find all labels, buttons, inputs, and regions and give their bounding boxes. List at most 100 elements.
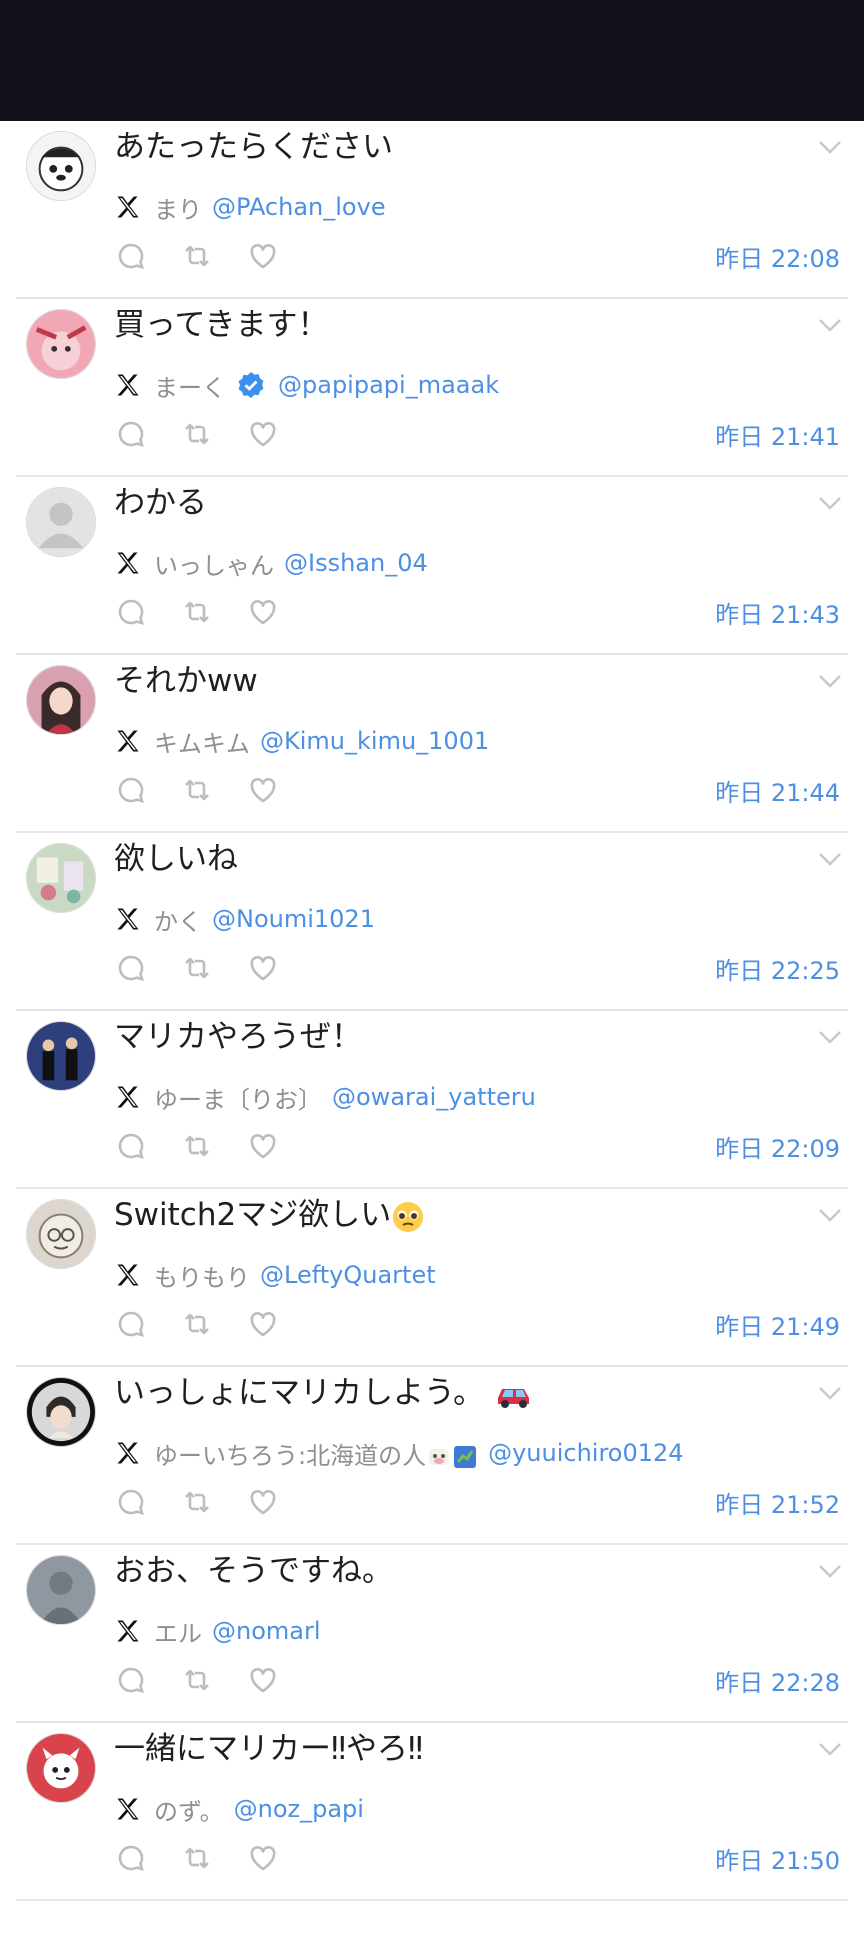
tweet-item[interactable]: あたったらください まり @PAchan_love 昨日 22:08 <box>16 121 848 299</box>
tweet-timestamp[interactable]: 昨日 21:50 <box>715 1841 840 1876</box>
author-name[interactable]: ゆーいちろう:北海道の人 <box>154 1436 478 1471</box>
chevron-down-icon[interactable] <box>816 1383 844 1403</box>
tweet-author[interactable]: かく @Noumi1021 <box>114 899 375 939</box>
tweet-author[interactable]: のず。 @noz_papi <box>114 1789 364 1829</box>
retweet-icon[interactable] <box>182 1309 212 1339</box>
chevron-down-icon[interactable] <box>816 849 844 869</box>
tweet-timestamp[interactable]: 昨日 22:25 <box>715 951 840 986</box>
tweet-author[interactable]: ゆーま〔りお〕 @owarai_yatteru <box>114 1077 536 1117</box>
retweet-icon[interactable] <box>182 597 212 627</box>
author-handle[interactable]: @PAchan_love <box>212 193 386 221</box>
chevron-down-icon[interactable] <box>816 1739 844 1759</box>
reply-icon[interactable] <box>116 419 146 449</box>
reply-icon[interactable] <box>116 1309 146 1339</box>
tweet-author[interactable]: まり @PAchan_love <box>114 187 386 227</box>
author-name[interactable]: かく <box>154 902 202 937</box>
tweet-timestamp[interactable]: 昨日 21:52 <box>715 1485 840 1520</box>
author-name[interactable]: キムキム <box>154 724 250 759</box>
avatar[interactable] <box>26 843 96 913</box>
avatar[interactable] <box>26 665 96 735</box>
chevron-down-icon[interactable] <box>816 493 844 513</box>
tweet-item[interactable]: いっしょにマリカしよう。 ゆーいちろう:北海道の人 @yuuichiro0124… <box>16 1367 848 1545</box>
like-icon[interactable] <box>248 1487 278 1517</box>
retweet-icon[interactable] <box>182 1487 212 1517</box>
tweet-item[interactable]: おお、そうですね。 エル @nomarl 昨日 22:28 <box>16 1545 848 1723</box>
author-handle[interactable]: @Kimu_kimu_1001 <box>260 727 489 755</box>
author-handle[interactable]: @owarai_yatteru <box>332 1083 536 1111</box>
retweet-icon[interactable] <box>182 241 212 271</box>
author-name[interactable]: まり <box>154 190 202 225</box>
tweet-author[interactable]: いっしゃん @Isshan_04 <box>114 543 428 583</box>
like-icon[interactable] <box>248 241 278 271</box>
tweet-author[interactable]: エル @nomarl <box>114 1611 321 1651</box>
avatar[interactable] <box>26 1021 96 1091</box>
like-icon[interactable] <box>248 1665 278 1695</box>
tweet-author[interactable]: キムキム @Kimu_kimu_1001 <box>114 721 489 761</box>
chevron-down-icon[interactable] <box>816 671 844 691</box>
like-icon[interactable] <box>248 1131 278 1161</box>
avatar[interactable] <box>26 1555 96 1625</box>
tweet-item[interactable]: マリカやろうぜ！ ゆーま〔りお〕 @owarai_yatteru 昨日 22:0… <box>16 1011 848 1189</box>
reply-icon[interactable] <box>116 953 146 983</box>
avatar[interactable] <box>26 487 96 557</box>
author-handle[interactable]: @nomarl <box>212 1617 321 1645</box>
tweet-item[interactable]: それかww キムキム @Kimu_kimu_1001 昨日 21:44 <box>16 655 848 833</box>
retweet-icon[interactable] <box>182 419 212 449</box>
retweet-icon[interactable] <box>182 775 212 805</box>
chevron-down-icon[interactable] <box>816 1027 844 1047</box>
author-name[interactable]: ゆーま〔りお〕 <box>154 1080 322 1115</box>
like-icon[interactable] <box>248 775 278 805</box>
author-handle[interactable]: @papipapi_maaak <box>278 371 499 399</box>
reply-icon[interactable] <box>116 775 146 805</box>
tweet-author[interactable]: ゆーいちろう:北海道の人 @yuuichiro0124 <box>114 1433 684 1473</box>
tweet-timestamp[interactable]: 昨日 22:09 <box>715 1129 840 1164</box>
tweet-author[interactable]: もりもり @LeftyQuartet <box>114 1255 436 1295</box>
retweet-icon[interactable] <box>182 1131 212 1161</box>
author-name[interactable]: もりもり <box>154 1258 250 1293</box>
tweet-timestamp[interactable]: 昨日 21:43 <box>715 595 840 630</box>
tweet-item[interactable]: 一緒にマリカー‼やろ‼ のず。 @noz_papi 昨日 21:50 <box>16 1723 848 1901</box>
tweet-timestamp[interactable]: 昨日 21:44 <box>715 773 840 808</box>
like-icon[interactable] <box>248 1843 278 1873</box>
tweet-author[interactable]: まーく @papipapi_maaak <box>114 365 499 405</box>
author-handle[interactable]: @noz_papi <box>234 1795 364 1823</box>
tweet-item[interactable]: わかる いっしゃん @Isshan_04 昨日 21:43 <box>16 477 848 655</box>
like-icon[interactable] <box>248 953 278 983</box>
chevron-down-icon[interactable] <box>816 137 844 157</box>
avatar[interactable] <box>26 1733 96 1803</box>
chevron-down-icon[interactable] <box>816 1561 844 1581</box>
author-name[interactable]: エル <box>154 1614 202 1649</box>
author-handle[interactable]: @yuuichiro0124 <box>488 1439 683 1467</box>
tweet-timestamp[interactable]: 昨日 21:49 <box>715 1307 840 1342</box>
tweet-item[interactable]: 買ってきます！ まーく @papipapi_maaak 昨日 21:41 <box>16 299 848 477</box>
author-handle[interactable]: @LeftyQuartet <box>260 1261 436 1289</box>
retweet-icon[interactable] <box>182 1665 212 1695</box>
chevron-down-icon[interactable] <box>816 1205 844 1225</box>
avatar[interactable] <box>26 1199 96 1269</box>
like-icon[interactable] <box>248 1309 278 1339</box>
avatar[interactable] <box>26 131 96 201</box>
chevron-down-icon[interactable] <box>816 315 844 335</box>
tweet-timestamp[interactable]: 昨日 22:08 <box>715 239 840 274</box>
reply-icon[interactable] <box>116 597 146 627</box>
reply-icon[interactable] <box>116 1665 146 1695</box>
reply-icon[interactable] <box>116 241 146 271</box>
author-handle[interactable]: @Isshan_04 <box>284 549 428 577</box>
tweet-timestamp[interactable]: 昨日 21:41 <box>715 417 840 452</box>
retweet-icon[interactable] <box>182 953 212 983</box>
avatar[interactable] <box>26 1377 96 1447</box>
reply-icon[interactable] <box>116 1487 146 1517</box>
tweet-item[interactable]: 欲しいね かく @Noumi1021 昨日 22:25 <box>16 833 848 1011</box>
author-name[interactable]: まーく <box>154 368 226 403</box>
author-name[interactable]: いっしゃん <box>154 546 274 581</box>
author-name[interactable]: のず。 <box>154 1792 224 1827</box>
like-icon[interactable] <box>248 419 278 449</box>
tweet-timestamp[interactable]: 昨日 22:28 <box>715 1663 840 1698</box>
reply-icon[interactable] <box>116 1843 146 1873</box>
retweet-icon[interactable] <box>182 1843 212 1873</box>
tweet-item[interactable]: Switch2マジ欲しい もりもり @LeftyQuartet 昨日 21:49 <box>16 1189 848 1367</box>
avatar[interactable] <box>26 309 96 379</box>
reply-icon[interactable] <box>116 1131 146 1161</box>
like-icon[interactable] <box>248 597 278 627</box>
author-handle[interactable]: @Noumi1021 <box>212 905 375 933</box>
